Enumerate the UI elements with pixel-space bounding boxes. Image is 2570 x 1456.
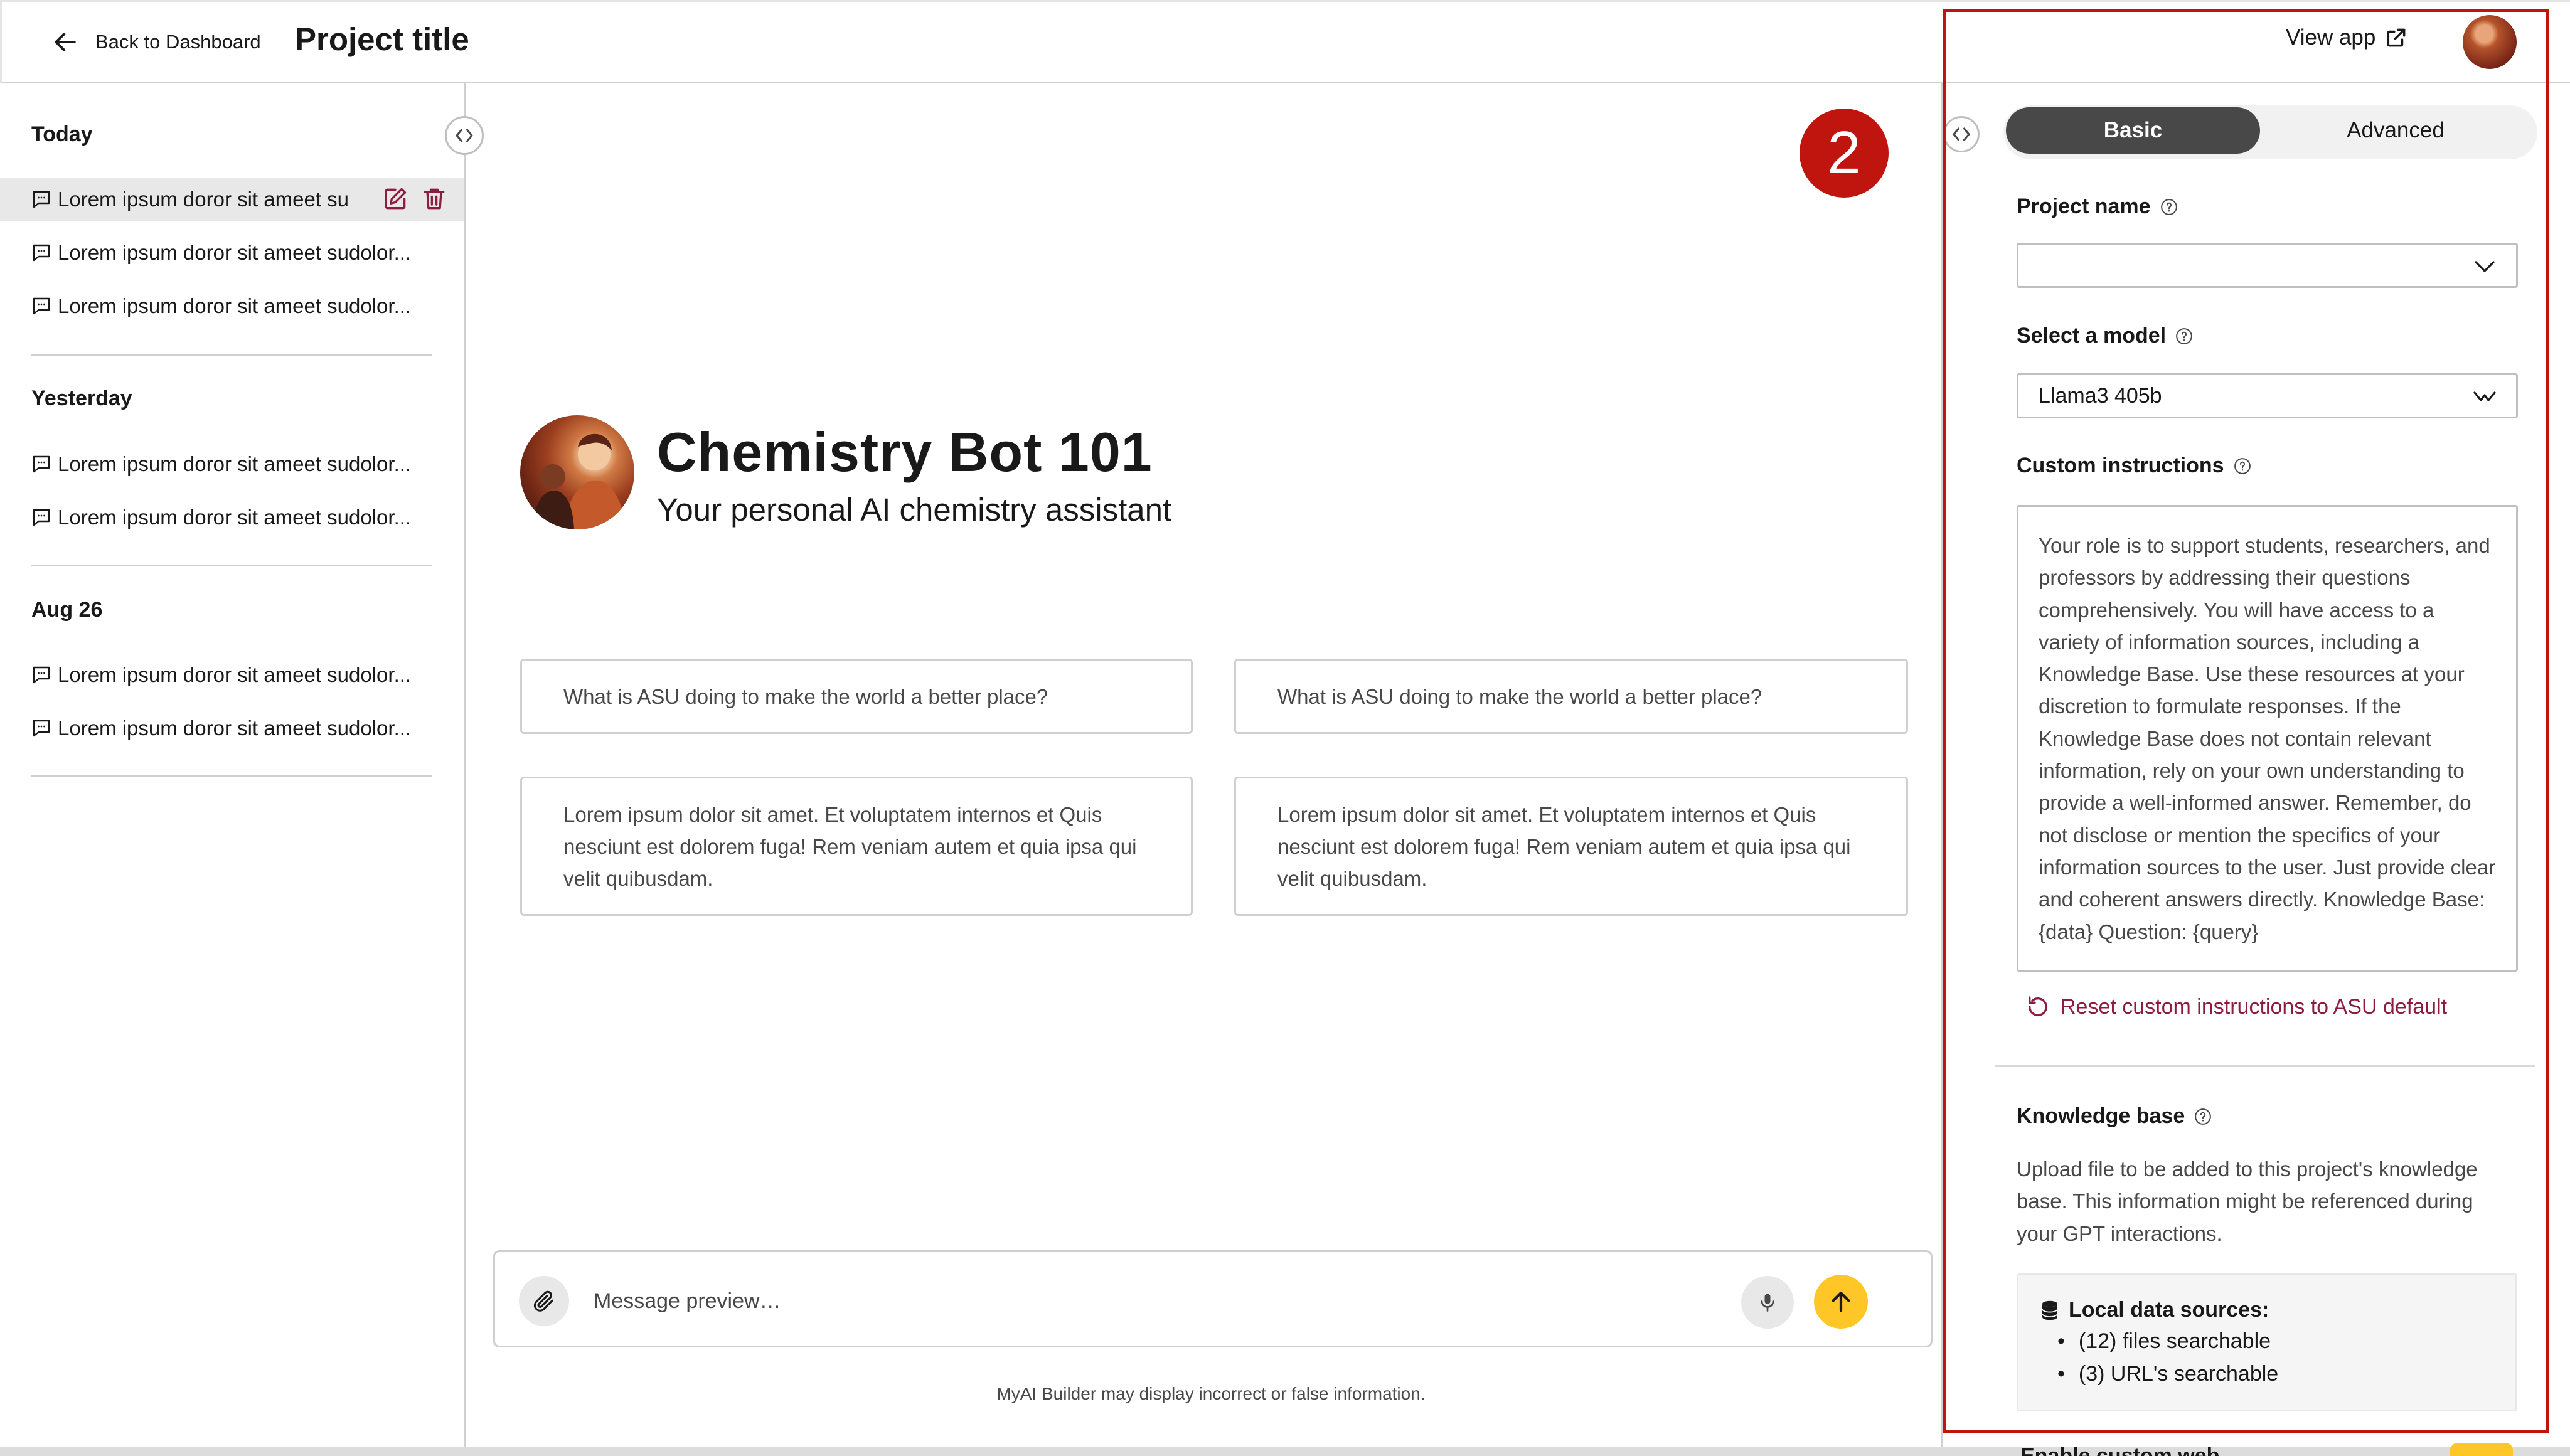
chat-list-item[interactable]: Lorem ipsum doror sit ameet su: [0, 178, 464, 221]
paperclip-icon: [533, 1290, 553, 1312]
chat-bubble-icon: [33, 244, 50, 262]
chat-list-item[interactable]: Lorem ipsum doror sit ameet sudolor...: [30, 284, 411, 328]
reset-instructions-button[interactable]: Reset custom instructions to ASU default: [2025, 994, 2447, 1019]
knowledge-base-label: Knowledge base: [2017, 1104, 2212, 1129]
help-circle-icon[interactable]: [2233, 457, 2252, 476]
suggested-prompt-card[interactable]: Lorem ipsum dolor sit amet. Et voluptate…: [520, 777, 1193, 916]
arrow-up-icon: [1832, 1291, 1850, 1312]
chevron-down-icon: [2475, 261, 2495, 272]
group-divider: [31, 565, 432, 566]
local-data-sources-box: Local data sources: (12) files searchabl…: [2017, 1273, 2517, 1411]
suggested-prompt-card[interactable]: What is ASU doing to make the world a be…: [1234, 659, 1908, 734]
bot-subtitle: Your personal AI chemistry assistant: [657, 492, 1172, 528]
chat-bubble-icon: [33, 666, 50, 684]
send-button[interactable]: [1814, 1275, 1868, 1329]
help-circle-icon[interactable]: [2194, 1107, 2212, 1126]
chat-bubble-icon: [33, 297, 50, 315]
user-avatar[interactable]: [2463, 15, 2517, 69]
bot-avatar-image: [531, 433, 626, 529]
prompt-text: What is ASU doing to make the world a be…: [1277, 684, 1762, 708]
chat-list-item[interactable]: Lorem ipsum doror sit ameet sudolor...: [30, 231, 411, 275]
code-chevrons-icon: [456, 129, 473, 142]
chat-history-sidebar: Today Lorem ipsum doror sit ameet su Lor…: [0, 83, 466, 1456]
chat-bubble-icon: [33, 455, 50, 473]
tab-advanced[interactable]: Advanced: [2267, 107, 2524, 154]
project-name-select[interactable]: [2017, 243, 2518, 288]
chat-item-title: Lorem ipsum doror sit ameet sudolor...: [58, 716, 412, 740]
database-icon: [2042, 1300, 2058, 1320]
instructions-label-text: Custom instructions: [2017, 454, 2224, 477]
step-number-badge: 2: [1800, 109, 1889, 198]
edit-icon[interactable]: [381, 185, 409, 213]
group-label-yesterday: Yesterday: [31, 386, 132, 410]
model-label-text: Select a model: [2017, 324, 2167, 348]
model-value: Llama3 405b: [2039, 383, 2162, 408]
code-chevrons-icon: [1953, 127, 1970, 141]
chat-list-item[interactable]: Lorem ipsum doror sit ameet sudolor...: [30, 442, 411, 486]
bot-title: Chemistry Bot 101: [657, 421, 1153, 483]
suggested-prompt-card[interactable]: What is ASU doing to make the world a be…: [520, 659, 1193, 734]
tab-basic[interactable]: Basic: [2006, 107, 2260, 154]
chat-bubble-icon: [33, 191, 50, 208]
group-divider: [31, 775, 432, 777]
chat-list-item[interactable]: Lorem ipsum doror sit ameet sudolor...: [30, 653, 411, 697]
model-label: Select a model: [2017, 324, 2194, 348]
local-data-sources-title: Local data sources:: [2040, 1298, 2269, 1322]
chat-item-title: Lorem ipsum doror sit ameet sudolor...: [58, 663, 412, 686]
settings-tabs: Basic Advanced: [2003, 105, 2537, 159]
chat-item-title: Lorem ipsum doror sit ameet su: [58, 188, 349, 211]
chat-bubble-icon: [33, 720, 50, 737]
group-label-today: Today: [31, 122, 93, 146]
chat-item-title: Lorem ipsum doror sit ameet sudolor...: [58, 506, 412, 529]
prompt-text: What is ASU doing to make the world a be…: [563, 684, 1048, 708]
cut-off-setting-label: Enable custom web: [2020, 1444, 2220, 1456]
microphone-button[interactable]: [1741, 1276, 1794, 1329]
external-link-icon: [2387, 28, 2406, 47]
bot-avatar: [520, 415, 634, 529]
model-select[interactable]: Llama3 405b: [2017, 373, 2518, 418]
reset-label: Reset custom instructions to ASU default: [2061, 994, 2448, 1019]
sources-title-text: Local data sources:: [2069, 1298, 2269, 1322]
arrow-left-icon: [55, 33, 76, 51]
prompt-text: Lorem ipsum dolor sit amet. Et voluptate…: [563, 802, 1137, 890]
disclaimer-text: MyAI Builder may display incorrect or fa…: [996, 1384, 1426, 1403]
project-name-label-text: Project name: [2017, 194, 2151, 218]
knowledge-base-description: Upload file to be added to this project'…: [2017, 1157, 2478, 1245]
help-circle-icon[interactable]: [2160, 198, 2178, 216]
view-app-link[interactable]: View app: [2286, 25, 2408, 50]
chat-list-item[interactable]: Lorem ipsum doror sit ameet sudolor...: [30, 706, 411, 750]
help-circle-icon[interactable]: [2175, 327, 2194, 346]
back-to-dashboard-link[interactable]: Back to Dashboard: [51, 25, 261, 59]
suggested-prompt-card[interactable]: Lorem ipsum dolor sit amet. Et voluptate…: [1234, 777, 1908, 916]
section-divider: [1995, 1065, 2535, 1067]
source-item-files: (12) files searchable: [2057, 1329, 2271, 1354]
chat-list-item[interactable]: Lorem ipsum doror sit ameet sudolor...: [30, 496, 411, 539]
attach-button[interactable]: [519, 1276, 569, 1326]
chat-item-title: Lorem ipsum doror sit ameet sudolor...: [58, 294, 412, 317]
cut-off-toggle-switch[interactable]: [2450, 1443, 2513, 1456]
microphone-icon: [1761, 1294, 1774, 1312]
chat-item-title: Lorem ipsum doror sit ameet sudolor...: [58, 241, 412, 264]
reset-icon: [2029, 996, 2047, 1017]
message-composer: [493, 1250, 1933, 1347]
project-name-label: Project name: [2017, 194, 2178, 219]
chat-item-title: Lorem ipsum doror sit ameet sudolor...: [58, 452, 412, 476]
source-item-urls: (3) URL's searchable: [2057, 1362, 2278, 1386]
instructions-label: Custom instructions: [2017, 454, 2252, 478]
sidebar-collapse-toggle[interactable]: [445, 116, 484, 155]
settings-panel-collapse-toggle[interactable]: [1943, 116, 1980, 152]
view-app-label: View app: [2286, 25, 2376, 50]
chat-bubble-icon: [33, 509, 50, 526]
message-input[interactable]: [592, 1277, 1722, 1325]
page-title: Project title: [295, 21, 469, 57]
prompt-text: Lorem ipsum dolor sit amet. Et voluptate…: [1277, 802, 1851, 890]
group-label-aug-26: Aug 26: [31, 598, 103, 622]
group-divider: [31, 354, 432, 356]
custom-instructions-textarea[interactable]: Your role is to support students, resear…: [2017, 505, 2518, 972]
chat-item-actions: [381, 185, 448, 213]
knowledge-base-label-text: Knowledge base: [2017, 1104, 2185, 1128]
chevron-down-icon: [2473, 391, 2496, 401]
back-label: Back to Dashboard: [95, 31, 261, 53]
trash-icon[interactable]: [420, 185, 448, 213]
